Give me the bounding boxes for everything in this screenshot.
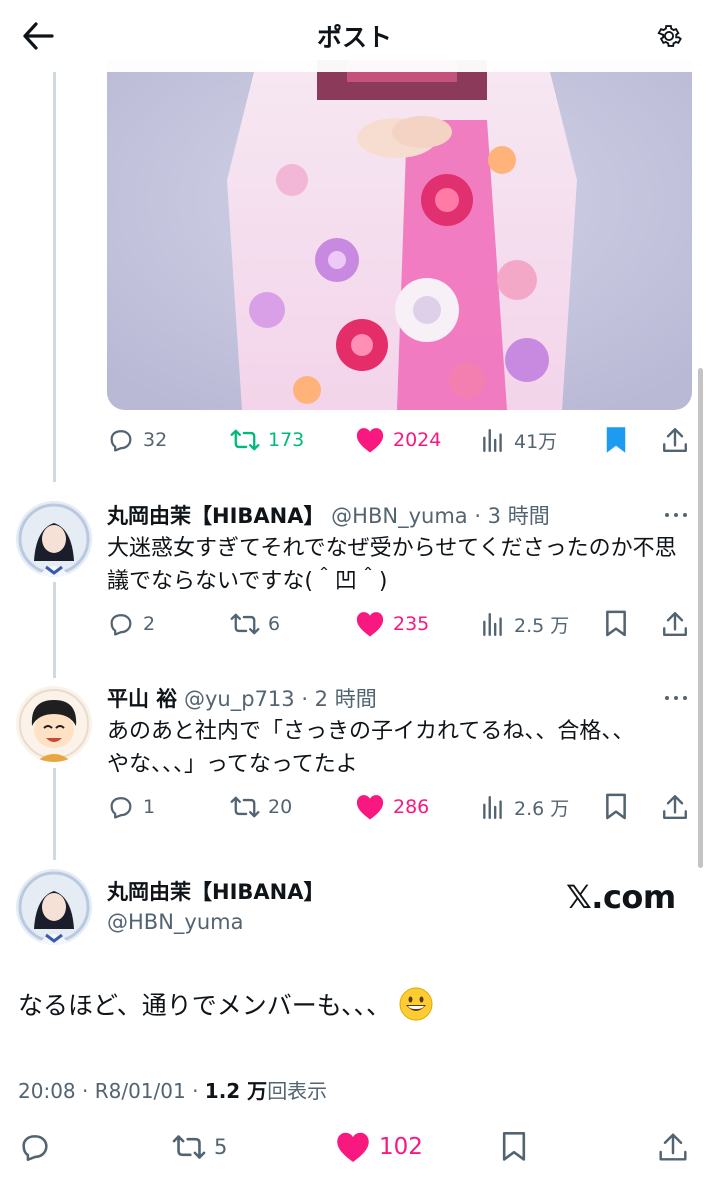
share-icon xyxy=(663,795,687,819)
more-options-icon[interactable] xyxy=(664,510,688,520)
reply-icon xyxy=(22,1135,48,1162)
post-metadata: 20:08 · R8/01/01 · 1.2 万回表示 xyxy=(18,1075,327,1104)
share-icon xyxy=(659,1133,687,1161)
scrollbar[interactable] xyxy=(698,368,703,868)
view-count: 1.2 万 xyxy=(204,1079,268,1103)
bookmark-icon xyxy=(502,1131,526,1161)
bookmark-button[interactable] xyxy=(604,604,628,644)
reply-button[interactable]: 32 xyxy=(107,420,167,460)
back-button[interactable] xyxy=(20,18,56,54)
settings-button[interactable] xyxy=(649,16,689,56)
handle-time[interactable]: @yu_p713 · 2 時間 xyxy=(184,687,377,711)
bookmark-button[interactable] xyxy=(604,787,628,827)
share-icon xyxy=(663,612,687,636)
views-button[interactable]: 2.6 万 xyxy=(480,787,569,827)
handle[interactable]: @HBN_yuma xyxy=(107,910,243,934)
avatar-photo xyxy=(16,501,92,577)
retweet-count: 5 xyxy=(214,1135,228,1159)
retweet-button[interactable]: 20 xyxy=(230,787,292,827)
top-bar: ポスト xyxy=(0,0,709,72)
kimono-photo xyxy=(107,60,692,410)
tweet-header: 平山 裕 @yu_p713 · 2 時間 xyxy=(107,683,377,713)
reply-actions: 1 20 286 2.6 万 xyxy=(0,787,709,827)
views-count: 2.6 万 xyxy=(514,797,570,820)
reply-icon xyxy=(110,797,132,819)
views-button[interactable]: 2.5 万 xyxy=(480,604,569,644)
like-count: 286 xyxy=(393,796,430,818)
post-text-content: なるほど、通りでメンバーも、、、 xyxy=(18,991,392,1020)
retweet-icon xyxy=(230,429,260,451)
tweet-text: あのあと社内で「さっきの子イカれてるね、、合格、、やな、、、」ってなってたよ xyxy=(107,719,635,777)
arrow-left-icon xyxy=(23,22,54,50)
view-label: 回表示 xyxy=(267,1079,328,1103)
like-button[interactable]: 102 xyxy=(335,1127,423,1167)
grinning-face-emoji xyxy=(399,987,433,1021)
views-button[interactable]: 41万 xyxy=(480,420,557,460)
views-chart-icon xyxy=(483,429,502,453)
like-count: 235 xyxy=(393,613,430,635)
display-name[interactable]: 平山 裕 xyxy=(107,687,177,711)
retweet-button[interactable]: 5 xyxy=(172,1127,227,1167)
bookmark-icon xyxy=(606,610,626,637)
display-name[interactable]: 丸岡由茉【HIBANA】 xyxy=(107,876,324,906)
share-button[interactable] xyxy=(662,420,688,460)
like-button[interactable]: 2024 xyxy=(355,420,441,460)
handle-time[interactable]: @HBN_yuma · 3 時間 xyxy=(331,504,550,528)
post-timestamp[interactable]: 20:08 · R8/01/01 · xyxy=(18,1079,205,1103)
share-icon xyxy=(663,428,687,452)
retweet-button[interactable]: 173 xyxy=(230,420,304,460)
retweet-count: 6 xyxy=(268,613,281,635)
reply-button[interactable] xyxy=(18,1127,52,1167)
reply-count: 2 xyxy=(143,613,156,635)
gear-icon xyxy=(657,25,682,47)
like-button[interactable]: 235 xyxy=(355,604,429,644)
tweet-text: 大迷惑女すぎてそれでなぜ受からせてくださったのか不思議でならないですな(＾凹＾) xyxy=(107,536,677,594)
like-count: 102 xyxy=(379,1134,423,1160)
post-image[interactable] xyxy=(107,60,692,410)
views-chart-icon xyxy=(483,796,502,820)
display-name[interactable]: 丸岡由茉【HIBANA】 xyxy=(107,504,324,528)
retweet-count: 20 xyxy=(268,796,293,818)
avatar-photo xyxy=(16,869,92,945)
bookmark-button[interactable] xyxy=(604,420,628,460)
retweet-button[interactable]: 6 xyxy=(230,604,280,644)
reply-button[interactable]: 2 xyxy=(107,604,155,644)
reply-icon xyxy=(110,430,132,452)
x-com-badge: 𝕏.com xyxy=(566,878,676,916)
reply-button[interactable]: 1 xyxy=(107,787,155,827)
like-count: 2024 xyxy=(393,429,442,451)
bookmark-filled-icon xyxy=(606,427,626,453)
bookmark-button[interactable] xyxy=(500,1127,528,1167)
views-count: 2.5 万 xyxy=(514,614,570,637)
retweet-icon xyxy=(172,1135,206,1159)
heart-filled-icon xyxy=(356,612,384,637)
main-post-actions: 5 102 xyxy=(0,1127,709,1167)
share-button[interactable] xyxy=(658,1127,688,1167)
heart-filled-icon xyxy=(356,428,384,453)
avatar[interactable] xyxy=(16,501,92,577)
heart-filled-icon xyxy=(356,795,384,820)
avatar-illustration xyxy=(16,686,92,762)
heart-filled-icon xyxy=(337,1132,369,1162)
reply-icon xyxy=(110,614,132,636)
reply-actions: 2 6 235 2.5 万 xyxy=(0,604,709,644)
retweet-icon xyxy=(230,613,260,635)
tweet-header: 丸岡由茉【HIBANA】 @HBN_yuma · 3 時間 xyxy=(107,500,550,530)
views-count: 41万 xyxy=(514,430,558,453)
like-button[interactable]: 286 xyxy=(355,787,429,827)
views-chart-icon xyxy=(483,613,502,637)
avatar[interactable] xyxy=(16,686,92,762)
share-button[interactable] xyxy=(662,787,688,827)
top-post-actions: 32 173 2024 41万 xyxy=(0,420,709,460)
bookmark-icon xyxy=(606,793,626,820)
share-button[interactable] xyxy=(662,604,688,644)
more-options-icon[interactable] xyxy=(664,693,688,703)
avatar[interactable] xyxy=(16,869,92,945)
retweet-count: 173 xyxy=(268,429,305,451)
reply-count: 32 xyxy=(143,429,168,451)
page-title: ポスト xyxy=(316,23,392,52)
post-text: なるほど、通りでメンバーも、、、 xyxy=(18,986,433,1022)
reply-count: 1 xyxy=(143,796,156,818)
retweet-icon xyxy=(230,796,260,818)
